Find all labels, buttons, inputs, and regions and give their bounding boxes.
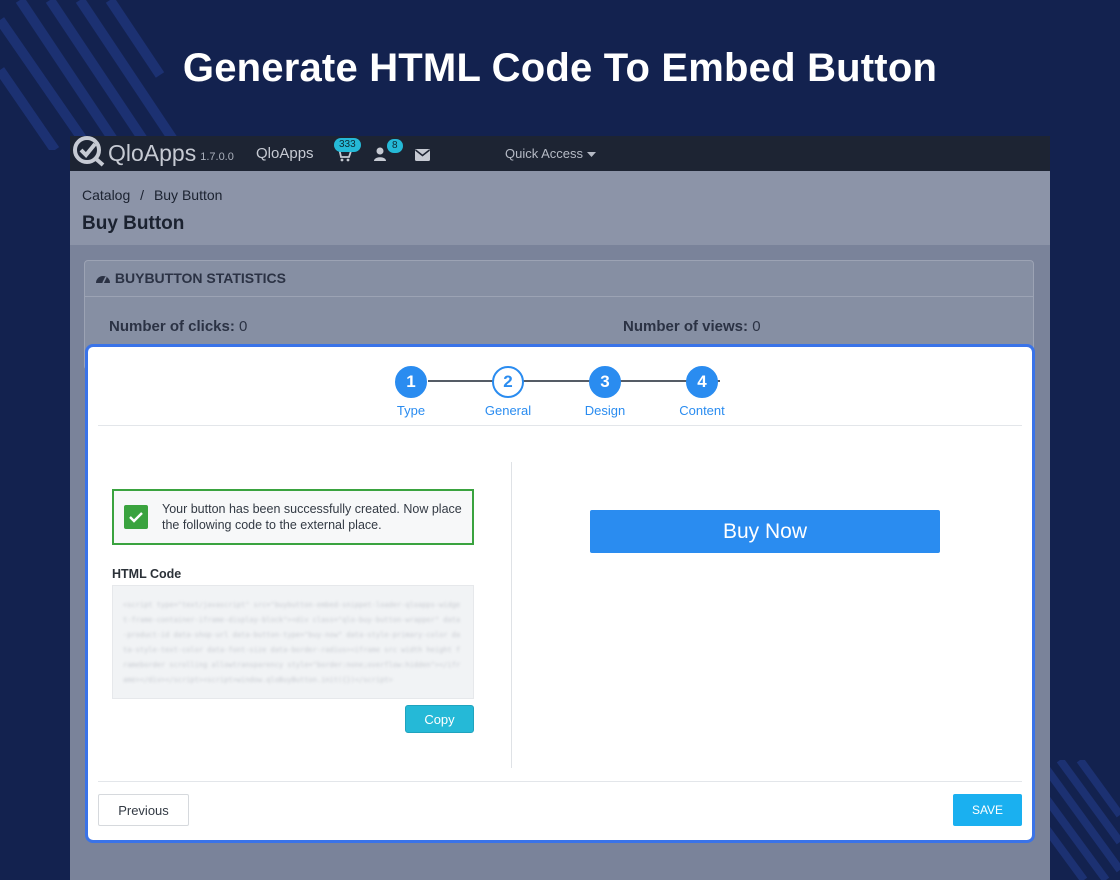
promo-title: Generate HTML Code To Embed Button: [182, 46, 938, 90]
buy-button-wizard-modal: 1 Type 2 General 3 Design 4 Content Your…: [85, 344, 1035, 843]
page-title: Buy Button: [82, 213, 185, 234]
step-4-label[interactable]: Content: [662, 403, 742, 418]
clicks-label: Number of clicks:: [109, 318, 235, 335]
save-button[interactable]: SAVE: [953, 794, 1022, 826]
breadcrumb: Catalog / Buy Button: [82, 187, 222, 203]
qloapps-logo-icon: [72, 136, 106, 172]
logo[interactable]: QloApps 1.7.0.0: [72, 136, 234, 171]
html-code-label: HTML Code: [112, 567, 182, 581]
views-label: Number of views:: [623, 318, 749, 335]
caret-down-icon: [586, 146, 596, 161]
views-value: 0: [752, 318, 761, 335]
steps-connector: [428, 380, 720, 382]
breadcrumb-current: Buy Button: [153, 187, 223, 203]
buy-now-preview-button[interactable]: Buy Now: [590, 510, 940, 553]
page-header: Catalog / Buy Button Buy Button: [70, 171, 1050, 245]
previous-button[interactable]: Previous: [98, 794, 189, 826]
step-4-circle[interactable]: 4: [686, 366, 718, 398]
breadcrumb-catalog[interactable]: Catalog: [82, 187, 130, 203]
html-code-textarea[interactable]: <script type="text/javascript" src="buyb…: [112, 585, 474, 699]
version-label: 1.7.0.0: [200, 150, 234, 163]
dashboard-icon: [95, 270, 115, 286]
statistics-title: BUYBUTTON STATISTICS: [114, 270, 287, 286]
quick-access-dropdown[interactable]: Quick Access: [505, 146, 596, 161]
step-3-label[interactable]: Design: [565, 403, 645, 418]
envelope-icon[interactable]: [415, 148, 431, 164]
shop-name-link[interactable]: QloApps: [256, 145, 314, 162]
quick-access-label: Quick Access: [505, 146, 584, 161]
views-stat: Number of views: 0: [623, 318, 761, 335]
orders-badge: 333: [334, 138, 361, 152]
clicks-value: 0: [239, 318, 248, 335]
breadcrumb-separator: /: [140, 187, 145, 203]
step-2-label[interactable]: General: [468, 403, 548, 418]
html-code-blurred: <script type="text/javascript" src="buyb…: [123, 601, 461, 684]
step-3-circle[interactable]: 3: [589, 366, 621, 398]
logo-text: QloApps: [108, 140, 197, 166]
column-divider: [511, 462, 512, 768]
customers-badge: 8: [387, 139, 403, 153]
copy-button[interactable]: Copy: [405, 705, 474, 733]
wizard-steps: 1 Type 2 General 3 Design 4 Content: [88, 363, 1032, 423]
check-icon: [124, 505, 148, 529]
step-1-label[interactable]: Type: [371, 403, 451, 418]
steps-divider: [98, 425, 1022, 426]
statistics-heading: BUYBUTTON STATISTICS: [85, 261, 1033, 297]
decorative-stripes-bottom-right: [1040, 760, 1120, 880]
footer-divider: [98, 781, 1022, 782]
step-1-circle[interactable]: 1: [395, 366, 427, 398]
success-alert: Your button has been successfully create…: [112, 489, 474, 545]
clicks-stat: Number of clicks: 0: [109, 318, 247, 335]
step-2-circle[interactable]: 2: [492, 366, 524, 398]
success-message: Your button has been successfully create…: [162, 502, 462, 532]
top-navbar: QloApps 1.7.0.0 QloApps 333 8 Quick Acce…: [70, 136, 1050, 171]
